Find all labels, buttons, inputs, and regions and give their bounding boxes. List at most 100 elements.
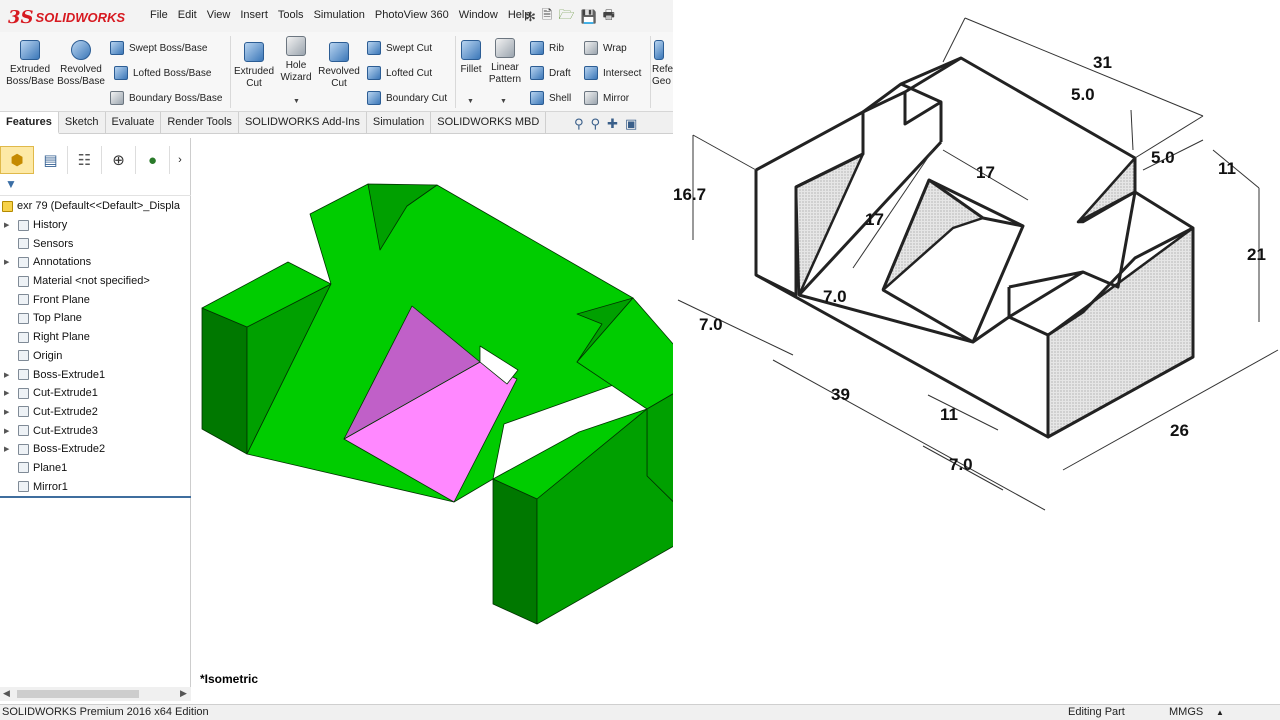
tab-addins[interactable]: SOLIDWORKS Add-Ins — [239, 112, 367, 134]
tab-mbd[interactable]: SOLIDWORKS MBD — [431, 112, 547, 134]
status-units[interactable]: MMGS — [1169, 706, 1203, 718]
right-block-front-face[interactable] — [492, 478, 538, 625]
tab-render-tools[interactable]: Render Tools — [161, 112, 239, 134]
menu-bar: File Edit View Insert Tools Simulation P… — [150, 9, 540, 21]
menu-window[interactable]: Window — [459, 9, 498, 21]
extruded-boss-button[interactable]: Extruded Boss/Base — [4, 40, 56, 88]
expand-arrow-icon[interactable]: ▶ — [4, 371, 9, 379]
swept-cut-button[interactable]: Swept Cut — [367, 41, 432, 55]
open-folder-icon[interactable]: 🗁 — [558, 6, 574, 28]
lofted-boss-icon — [114, 66, 128, 80]
scroll-right-icon[interactable]: ▶ — [180, 688, 187, 699]
lofted-cut-button[interactable]: Lofted Cut — [367, 66, 432, 80]
revolved-boss-button[interactable]: Revolved Boss/Base — [56, 40, 106, 88]
units-dropdown-icon[interactable]: ▲ — [1216, 708, 1224, 717]
fillet-dropdown-icon[interactable]: ▼ — [467, 98, 474, 105]
menu-photoview[interactable]: PhotoView 360 — [375, 9, 449, 21]
menu-simulation[interactable]: Simulation — [314, 9, 365, 21]
tree-root[interactable]: exr 79 (Default<<Default>_Displa — [0, 197, 191, 216]
title-bar: 3S SOLIDWORKS File Edit View Insert Tool… — [0, 0, 673, 32]
expand-arrow-icon[interactable]: ▶ — [4, 258, 9, 266]
intersect-button[interactable]: Intersect — [584, 66, 641, 80]
dimension-label: 31 — [1093, 53, 1112, 72]
display-manager-tab-icon[interactable]: ● — [136, 146, 170, 174]
tree-item[interactable]: Plane1 — [0, 459, 191, 478]
new-document-icon[interactable]: 🗎 — [542, 6, 552, 28]
mirror-button[interactable]: Mirror — [584, 91, 629, 105]
tree-item[interactable]: Origin — [0, 347, 191, 366]
menu-edit[interactable]: Edit — [178, 9, 197, 21]
tab-features[interactable]: Features — [0, 112, 59, 134]
save-icon[interactable]: 💾 — [580, 9, 596, 25]
property-manager-tab-icon[interactable]: ▤ — [34, 146, 68, 174]
feature-tree-tab-icon[interactable]: ⬢ — [0, 146, 34, 174]
draft-button[interactable]: Draft — [530, 66, 571, 80]
shell-button[interactable]: Shell — [530, 91, 571, 105]
tree-item[interactable]: Right Plane — [0, 328, 191, 347]
tree-items: ▶ History Sensors ▶ Annotations Material <not… — [0, 216, 191, 496]
expand-arrow-icon[interactable]: ▶ — [4, 408, 9, 416]
tree-item[interactable]: ▶ Boss-Extrude2 — [0, 440, 191, 459]
dimension-label: 7.0 — [699, 315, 723, 334]
reference-geometry-button[interactable]: Refe Geo — [652, 40, 673, 88]
zoom-to-area-icon[interactable]: ⚲ — [591, 116, 601, 132]
tab-sketch[interactable]: Sketch — [59, 112, 106, 134]
zoom-to-fit-icon[interactable]: ⚲ — [574, 116, 584, 132]
feature-icon — [18, 425, 29, 437]
expand-arrow-icon[interactable]: ▶ — [4, 389, 9, 397]
expand-arrow-icon[interactable]: ▶ — [4, 427, 9, 435]
tree-item[interactable]: ▶ Boss-Extrude1 — [0, 365, 191, 384]
tree-item[interactable]: ▶ Cut-Extrude1 — [0, 384, 191, 403]
dimxpert-tab-icon[interactable]: ⊕ — [102, 146, 136, 174]
feature-filter-bar[interactable]: ▼ — [0, 174, 191, 196]
pin-icon[interactable]: ✻ — [525, 9, 536, 25]
tree-item[interactable]: Material <not specified> — [0, 272, 191, 291]
expand-arrow-icon[interactable]: ▶ — [4, 221, 9, 229]
menu-file[interactable]: File — [150, 9, 168, 21]
tree-item[interactable]: ▶ History — [0, 216, 191, 235]
revolved-cut-button[interactable]: Revolved Cut — [316, 42, 362, 90]
menu-tools[interactable]: Tools — [278, 9, 304, 21]
fillet-button[interactable]: Fillet — [457, 40, 485, 76]
filter-icon[interactable]: ▼ — [5, 177, 17, 191]
tree-item[interactable]: ▶ Cut-Extrude3 — [0, 421, 191, 440]
hole-wizard-dropdown-icon[interactable]: ▼ — [293, 98, 300, 105]
rib-button[interactable]: Rib — [530, 41, 564, 55]
lofted-boss-button[interactable]: Lofted Boss/Base — [114, 66, 211, 80]
mirror-icon — [584, 91, 598, 105]
scroll-left-icon[interactable]: ◀ — [3, 688, 10, 699]
left-block-front-face[interactable] — [201, 307, 248, 455]
tree-item[interactable]: Front Plane — [0, 290, 191, 309]
tree-item[interactable]: ▶ Cut-Extrude2 — [0, 403, 191, 422]
menu-view[interactable]: View — [207, 9, 231, 21]
linear-pattern-button[interactable]: Linear Pattern — [487, 38, 523, 86]
linear-pattern-dropdown-icon[interactable]: ▼ — [500, 98, 507, 105]
wrap-button[interactable]: Wrap — [584, 41, 627, 55]
swept-boss-button[interactable]: Swept Boss/Base — [110, 41, 207, 55]
expand-arrow-icon[interactable]: ▶ — [4, 445, 9, 453]
feature-icon — [18, 219, 29, 231]
feature-tree-hscrollbar[interactable]: ◀ ▶ — [0, 687, 191, 701]
graphics-viewport[interactable]: *Isometric — [192, 134, 703, 689]
chevron-right-icon[interactable]: › — [170, 146, 190, 174]
boundary-boss-button[interactable]: Boundary Boss/Base — [110, 91, 222, 105]
section-view-icon[interactable]: ▣ — [625, 116, 637, 132]
configuration-manager-tab-icon[interactable]: ☷ — [68, 146, 102, 174]
solidworks-logo[interactable]: 3S SOLIDWORKS — [8, 4, 130, 30]
tab-simulation[interactable]: Simulation — [367, 112, 432, 134]
boundary-cut-button[interactable]: Boundary Cut — [367, 91, 447, 105]
tree-item[interactable]: Top Plane — [0, 309, 191, 328]
previous-view-icon[interactable]: ✚ — [607, 116, 618, 132]
rollback-bar[interactable] — [0, 496, 191, 498]
tree-item[interactable]: Mirror1 — [0, 477, 191, 496]
hole-wizard-button[interactable]: Hole Wizard — [276, 36, 316, 84]
scroll-thumb[interactable] — [17, 690, 139, 698]
tree-item[interactable]: ▶ Annotations — [0, 253, 191, 272]
tree-item[interactable]: Sensors — [0, 234, 191, 253]
menu-insert[interactable]: Insert — [240, 9, 268, 21]
print-icon[interactable]: 🖶 — [603, 6, 615, 28]
isometric-model[interactable] — [192, 134, 703, 689]
tab-evaluate[interactable]: Evaluate — [106, 112, 162, 134]
extruded-cut-button[interactable]: Extruded Cut — [232, 42, 276, 90]
rib-icon — [530, 41, 544, 55]
